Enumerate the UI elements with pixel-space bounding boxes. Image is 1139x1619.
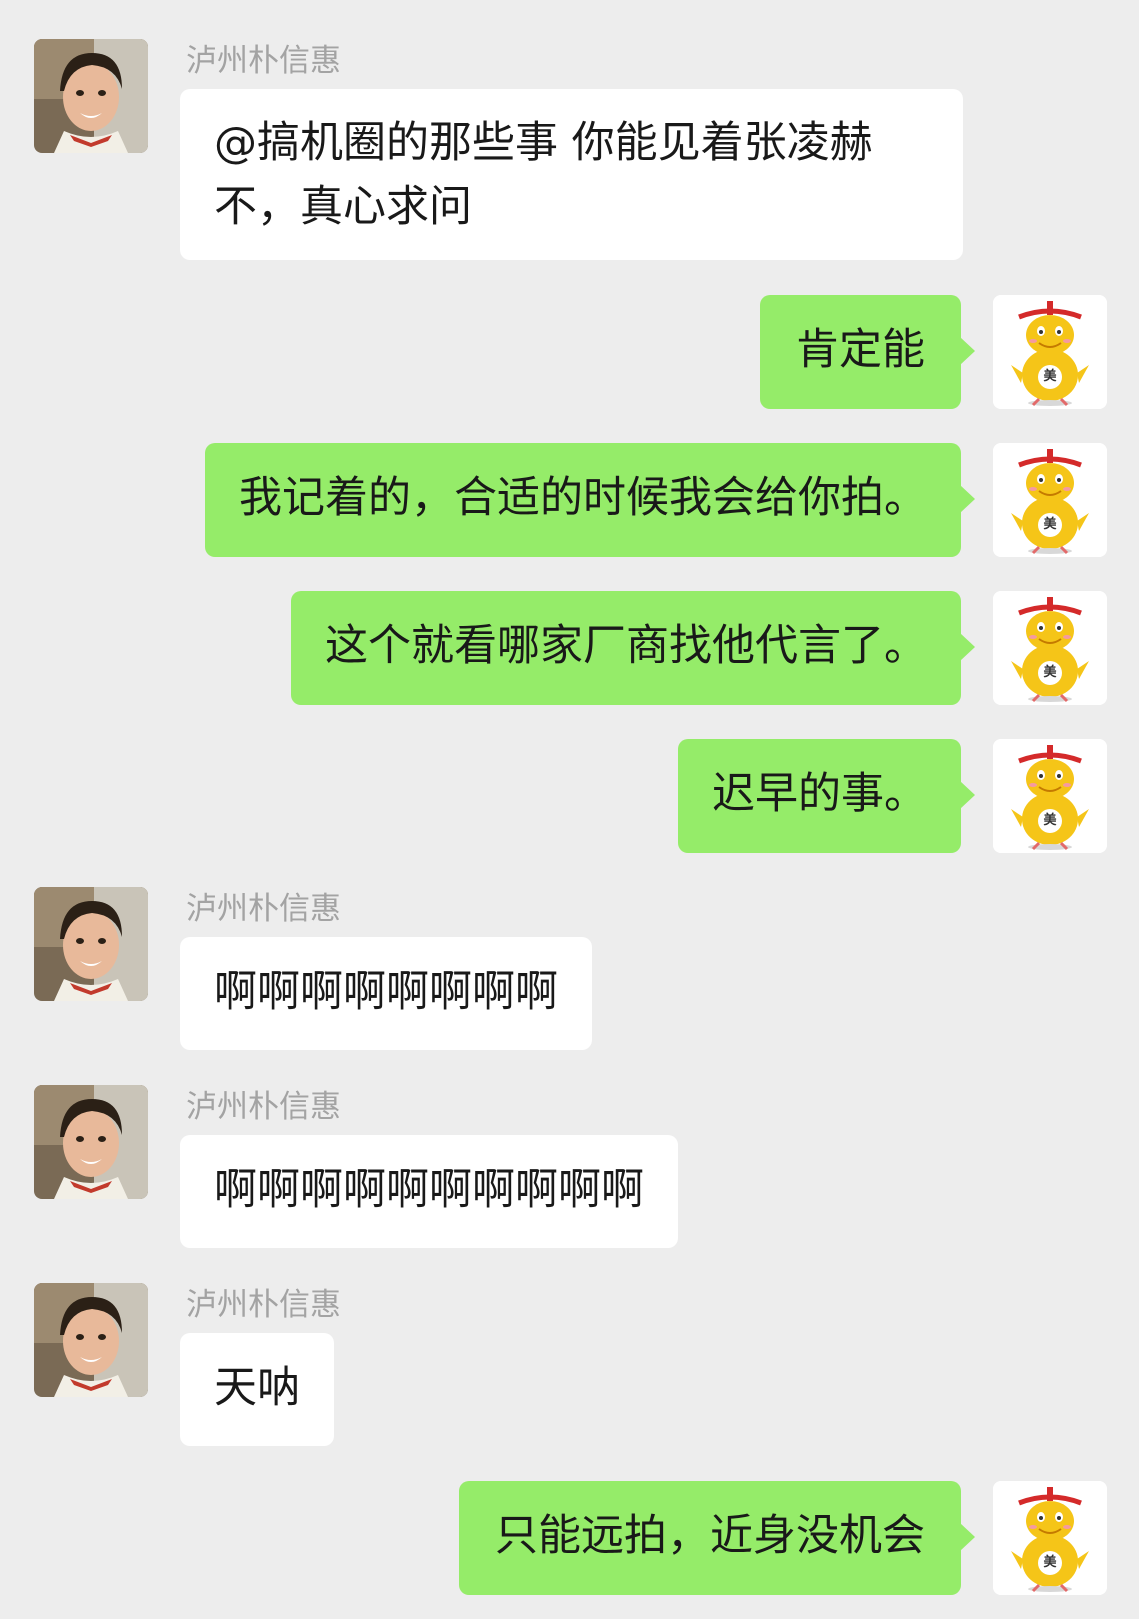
message-bubble-outgoing[interactable]: 这个就看哪家厂商找他代言了。 <box>291 591 975 705</box>
message-bubble-incoming[interactable]: 天呐 <box>180 1333 334 1446</box>
portrait-photo-icon <box>34 1283 148 1397</box>
portrait-photo-icon <box>34 1085 148 1199</box>
sender-name: 泸州朴信惠 <box>186 1287 341 1323</box>
mascot-badge: 美 <box>1043 813 1057 828</box>
message-bubble-incoming[interactable]: @搞机圈的那些事 你能见着张凌赫不，真心求问 <box>180 89 963 260</box>
portrait-photo-icon <box>34 39 148 153</box>
my-avatar[interactable]: 美 <box>993 1481 1107 1595</box>
yellow-mascot-icon <box>993 1481 1107 1595</box>
sender-name: 泸州朴信惠 <box>186 1089 341 1125</box>
mascot-badge: 美 <box>1043 665 1057 680</box>
message-bubble-incoming[interactable]: 啊啊啊啊啊啊啊啊 <box>180 937 592 1050</box>
yellow-mascot-icon <box>993 295 1107 409</box>
contact-avatar[interactable] <box>34 887 148 1001</box>
message-bubble-outgoing[interactable]: 只能远拍，近身没机会 <box>459 1481 975 1595</box>
my-avatar[interactable]: 美 <box>993 295 1107 409</box>
my-avatar[interactable]: 美 <box>993 739 1107 853</box>
contact-avatar[interactable] <box>34 1085 148 1199</box>
yellow-mascot-icon <box>993 443 1107 557</box>
message-bubble-outgoing[interactable]: 肯定能 <box>760 295 975 409</box>
mascot-badge: 美 <box>1043 517 1057 532</box>
message-bubble-incoming[interactable]: 啊啊啊啊啊啊啊啊啊啊 <box>180 1135 678 1248</box>
yellow-mascot-icon <box>993 739 1107 853</box>
mascot-badge: 美 <box>1043 369 1057 384</box>
contact-avatar[interactable] <box>34 39 148 153</box>
my-avatar[interactable]: 美 <box>993 443 1107 557</box>
message-bubble-outgoing[interactable]: 迟早的事。 <box>678 739 975 853</box>
sender-name: 泸州朴信惠 <box>186 891 341 927</box>
yellow-mascot-icon <box>993 591 1107 705</box>
contact-avatar[interactable] <box>34 1283 148 1397</box>
my-avatar[interactable]: 美 <box>993 591 1107 705</box>
portrait-photo-icon <box>34 887 148 1001</box>
sender-name: 泸州朴信惠 <box>186 43 341 79</box>
message-bubble-outgoing[interactable]: 我记着的，合适的时候我会给你拍。 <box>205 443 975 557</box>
mascot-badge: 美 <box>1043 1555 1057 1570</box>
